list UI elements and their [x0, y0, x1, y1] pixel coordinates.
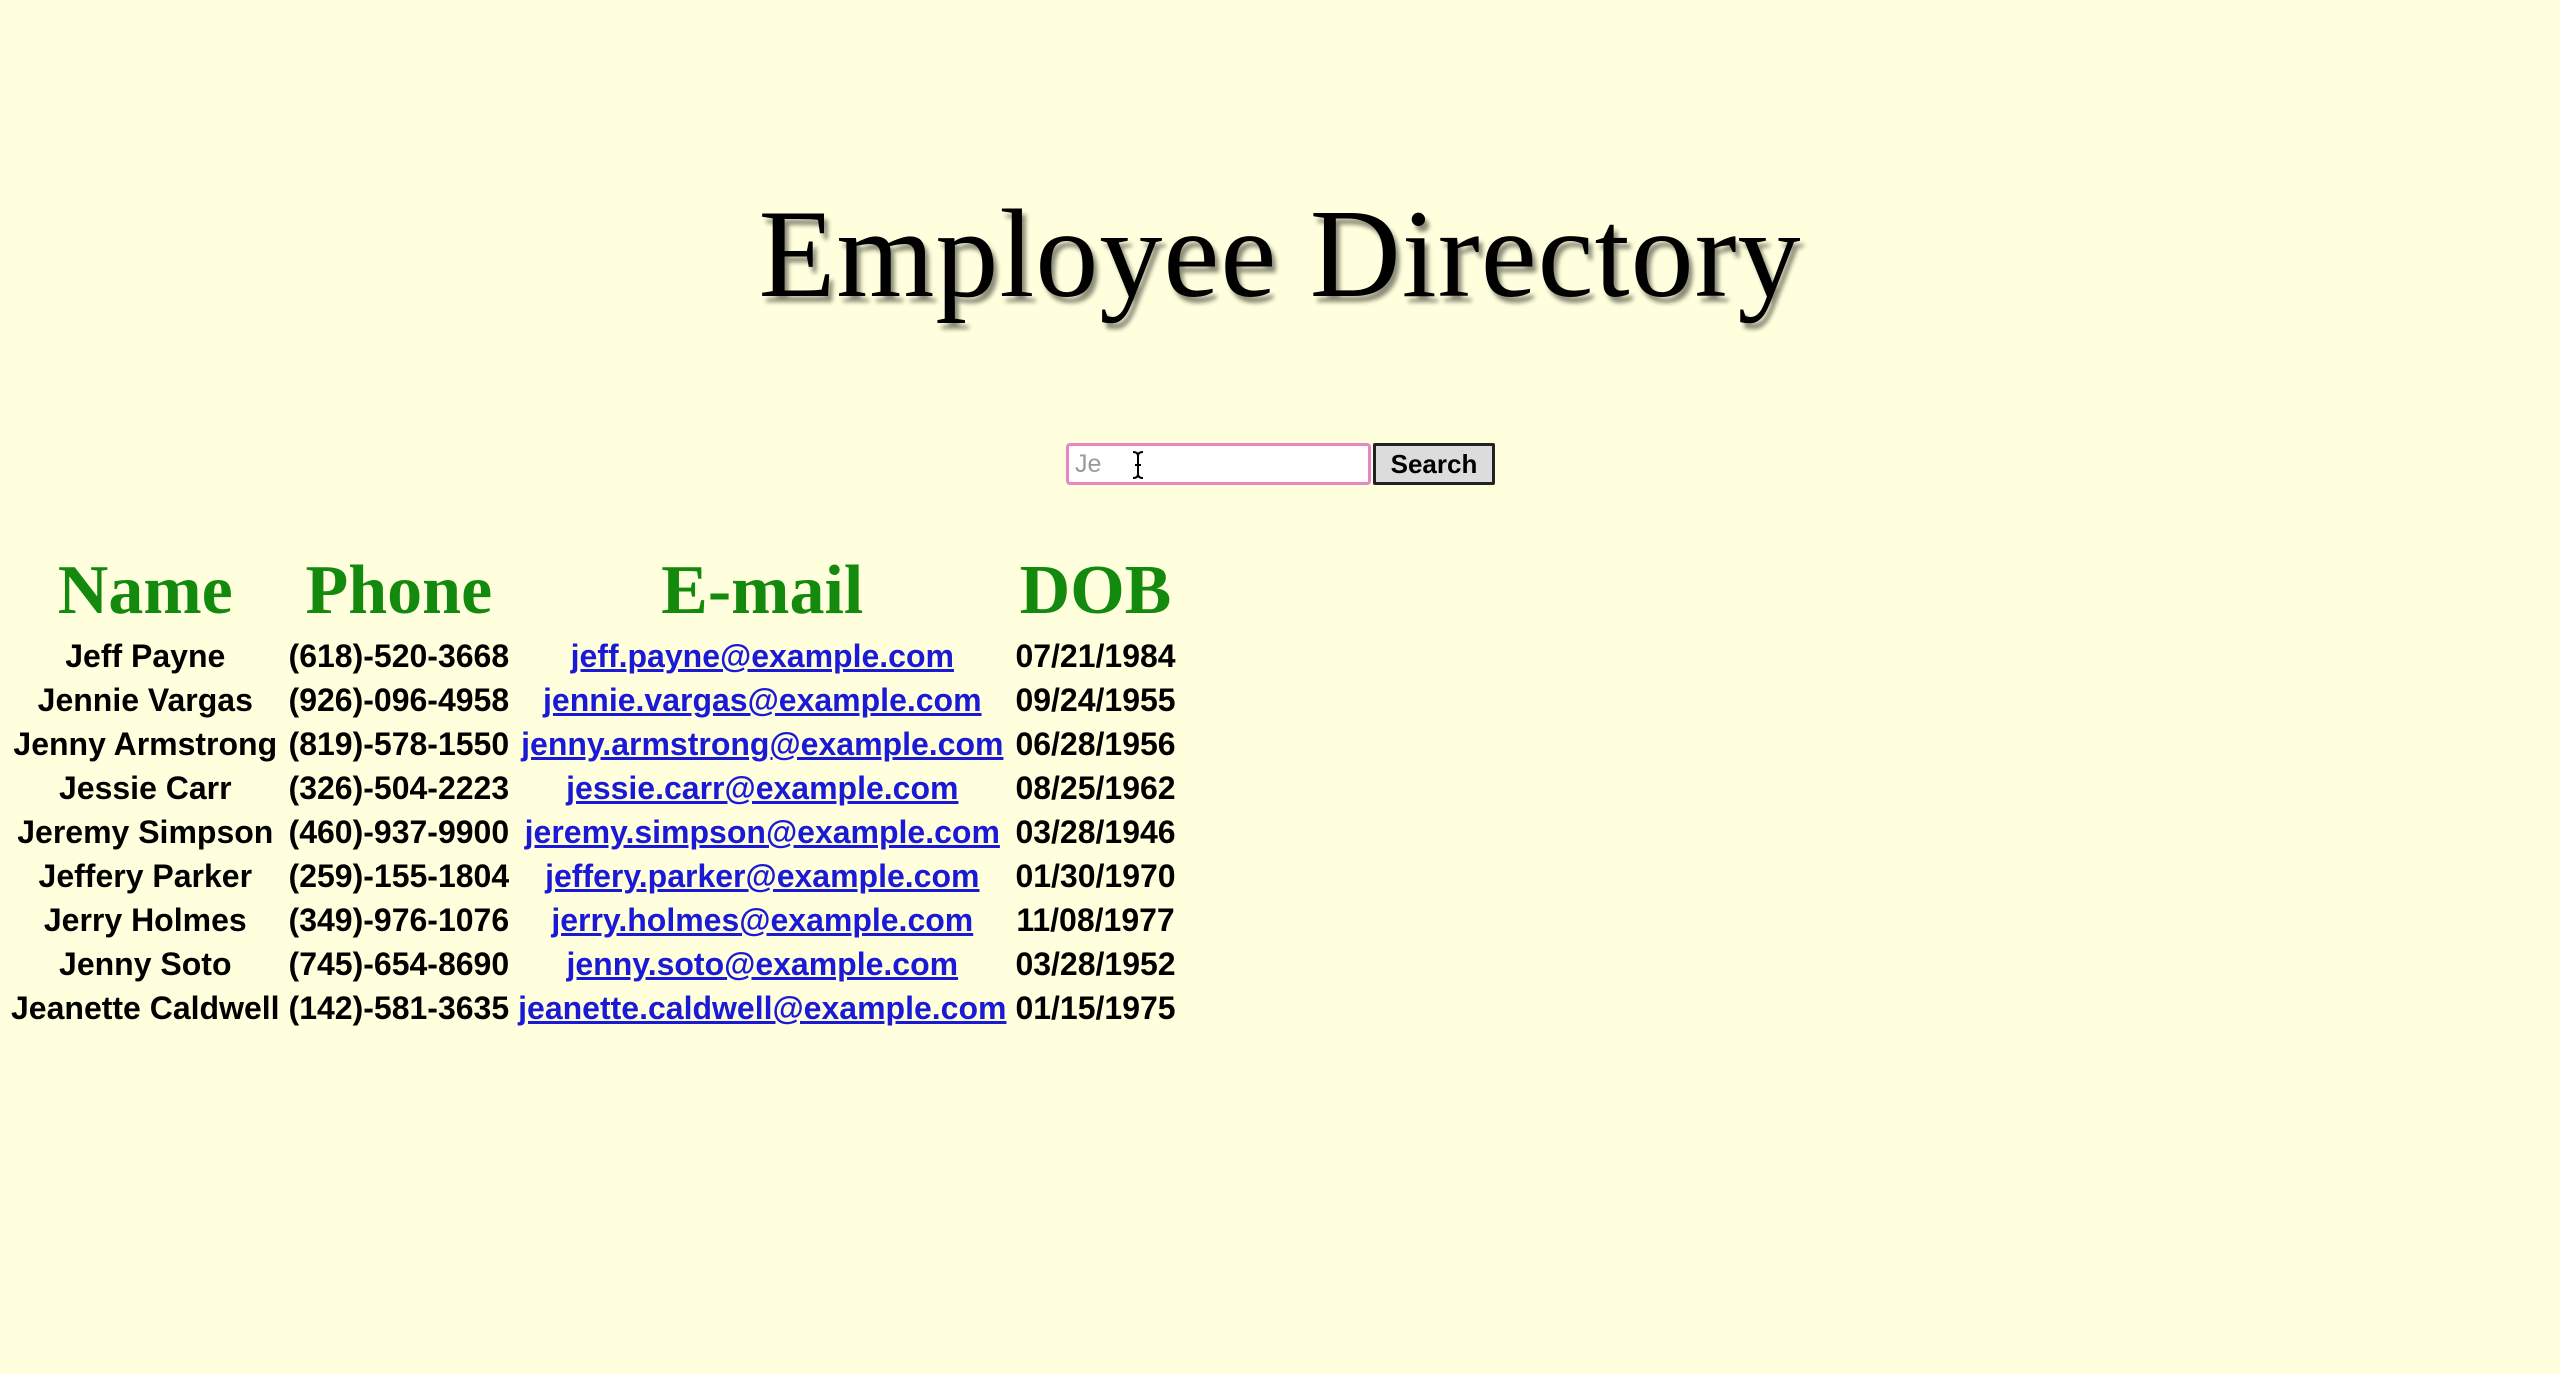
employee-email-link[interactable]: jerry.holmes@example.com	[551, 902, 973, 938]
employee-email-link[interactable]: jessie.carr@example.com	[566, 770, 958, 806]
table-row: Jeffery Parker (259)-155-1804 jeffery.pa…	[11, 854, 1176, 898]
employee-phone: (142)-581-3635	[288, 990, 510, 1026]
employee-email-link[interactable]: jeffery.parker@example.com	[545, 858, 979, 894]
search-button[interactable]: Search	[1373, 443, 1495, 485]
employee-email-link[interactable]: jeff.payne@example.com	[571, 638, 954, 674]
table-row: Jeremy Simpson (460)-937-9900 jeremy.sim…	[11, 810, 1176, 854]
employee-email-cell: jessie.carr@example.com	[518, 766, 1006, 810]
table-row: Jenny Armstrong (819)-578-1550 jenny.arm…	[11, 722, 1176, 766]
employee-phone: (349)-976-1076	[288, 902, 510, 938]
employee-name: Jessie Carr	[58, 770, 232, 806]
employee-phone: (326)-504-2223	[288, 770, 510, 806]
employee-name: Jeff Payne	[65, 638, 226, 674]
employee-dob: 06/28/1956	[1015, 726, 1176, 762]
employee-email-cell: jennie.vargas@example.com	[518, 678, 1006, 722]
table-row: Jeanette Caldwell (142)-581-3635 jeanett…	[11, 986, 1176, 1030]
employee-name: Jenny Armstrong	[13, 726, 278, 762]
employee-email-cell: jenny.soto@example.com	[518, 942, 1006, 986]
employee-name: Jennie Vargas	[37, 682, 253, 718]
employee-phone: (926)-096-4958	[288, 682, 510, 718]
table-row: Jennie Vargas (926)-096-4958 jennie.varg…	[11, 678, 1176, 722]
employee-table: Name Phone E-mail DOB Jeff Payne (618)-5…	[2, 548, 1185, 1030]
employee-email-link[interactable]: jennie.vargas@example.com	[543, 682, 982, 718]
employee-email-cell: jenny.armstrong@example.com	[518, 722, 1006, 766]
employee-name: Jeremy Simpson	[17, 814, 274, 850]
employee-phone: (819)-578-1550	[288, 726, 510, 762]
search-input[interactable]	[1066, 443, 1371, 485]
employee-email-cell: jeremy.simpson@example.com	[518, 810, 1006, 854]
table-header-row: Name Phone E-mail DOB	[11, 548, 1176, 634]
employee-dob: 11/08/1977	[1016, 902, 1175, 938]
page-title: Employee Directory	[758, 185, 1802, 324]
employee-email-cell: jeffery.parker@example.com	[518, 854, 1006, 898]
employee-name: Jenny Soto	[59, 946, 232, 982]
table-row: Jerry Holmes (349)-976-1076 jerry.holmes…	[11, 898, 1176, 942]
employee-email-link[interactable]: jeanette.caldwell@example.com	[518, 990, 1006, 1026]
table-row: Jessie Carr (326)-504-2223 jessie.carr@e…	[11, 766, 1176, 810]
employee-phone: (618)-520-3668	[288, 638, 510, 674]
employee-dob: 03/28/1946	[1015, 814, 1176, 850]
employee-email-cell: jerry.holmes@example.com	[518, 898, 1006, 942]
employee-phone: (745)-654-8690	[288, 946, 510, 982]
employee-dob: 09/24/1955	[1015, 682, 1176, 718]
column-header-name: Name	[57, 552, 233, 629]
employee-phone: (259)-155-1804	[288, 858, 510, 894]
employee-email-cell: jeanette.caldwell@example.com	[518, 986, 1006, 1030]
column-header-dob: DOB	[1019, 552, 1172, 629]
employee-name: Jeffery Parker	[38, 858, 253, 894]
employee-email-link[interactable]: jeremy.simpson@example.com	[525, 814, 1000, 850]
employee-dob: 01/30/1970	[1015, 858, 1176, 894]
employee-name: Jeanette Caldwell	[11, 990, 280, 1026]
employee-dob: 03/28/1952	[1015, 946, 1176, 982]
employee-name: Jerry Holmes	[43, 902, 247, 938]
employee-dob: 01/15/1975	[1015, 990, 1176, 1026]
table-row: Jeff Payne (618)-520-3668 jeff.payne@exa…	[11, 634, 1176, 678]
employee-email-link[interactable]: jenny.soto@example.com	[566, 946, 958, 982]
employee-dob: 08/25/1962	[1015, 770, 1176, 806]
employee-dob: 07/21/1984	[1015, 638, 1176, 674]
table-row: Jenny Soto (745)-654-8690 jenny.soto@exa…	[11, 942, 1176, 986]
employee-phone: (460)-937-9900	[288, 814, 510, 850]
employee-email-cell: jeff.payne@example.com	[518, 634, 1006, 678]
column-header-email: E-mail	[661, 552, 864, 629]
employee-email-link[interactable]: jenny.armstrong@example.com	[521, 726, 1003, 762]
text-cursor-icon	[1132, 451, 1144, 479]
column-header-phone: Phone	[305, 552, 493, 629]
